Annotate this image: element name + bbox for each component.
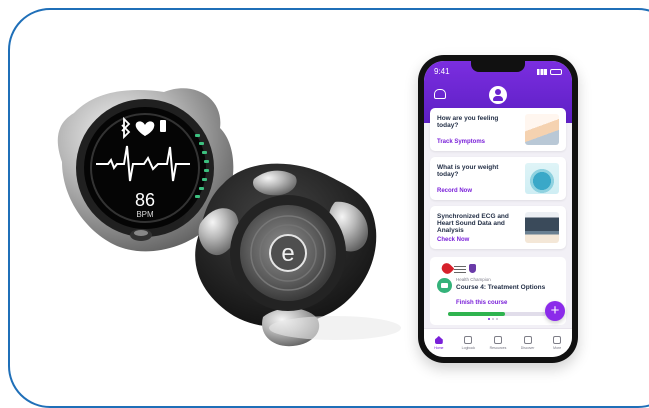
notebook-image <box>525 114 559 145</box>
phone-screen: 9:41 How are you feeling today? Track Sy… <box>424 61 572 357</box>
bulb-icon <box>493 336 502 344</box>
nav-discover[interactable]: Discover <box>514 336 542 350</box>
feeling-question: How are you feeling today? <box>437 115 499 130</box>
nav-home-label: Home <box>434 346 444 350</box>
course-progress-fill <box>448 312 505 316</box>
home-icon <box>434 336 443 344</box>
profile-icon[interactable] <box>489 86 507 104</box>
signal-icon <box>537 68 547 75</box>
feeling-card[interactable]: How are you feeling today? Track Symptom… <box>430 108 566 151</box>
status-bar: 9:41 <box>434 67 562 76</box>
carousel-dots[interactable] <box>488 318 498 320</box>
weight-question: What is your weight today? <box>437 164 499 179</box>
record-now-link[interactable]: Record Now <box>437 188 472 194</box>
course-icon <box>437 278 452 293</box>
heart-logo-icon <box>439 261 455 276</box>
scale-image <box>525 163 559 194</box>
ecg-device-illustration: 86 BPM e <box>57 88 401 347</box>
track-symptoms-link[interactable]: Track Symptoms <box>437 139 485 145</box>
book-icon <box>464 336 473 344</box>
ecg-card-text: Synchronized ECG and Heart Sound Data an… <box>437 213 509 235</box>
ecg-card[interactable]: Synchronized ECG and Heart Sound Data an… <box>430 206 566 249</box>
add-button[interactable]: + <box>545 301 565 321</box>
finish-course-link[interactable]: Finish this course <box>456 300 507 306</box>
laptop-image <box>525 212 559 243</box>
more-icon <box>553 336 562 344</box>
bottom-navigation: Home Logbook Resources Discover More <box>424 328 572 357</box>
heart-rate-value: 86 <box>135 190 155 210</box>
heart-rate-unit: BPM <box>136 210 154 219</box>
organization-logo-icon <box>454 266 466 273</box>
nav-logbook-label: Logbook <box>461 346 476 350</box>
course-progress-bar <box>448 312 546 316</box>
nav-resources[interactable]: Resources <box>484 336 512 350</box>
nav-logbook[interactable]: Logbook <box>454 336 482 350</box>
battery-icon <box>160 120 166 132</box>
battery-icon <box>550 68 562 75</box>
top-icons <box>434 86 562 104</box>
shield-logo-icon <box>469 264 476 273</box>
nav-more[interactable]: More <box>543 336 571 350</box>
nav-discover-label: Discover <box>520 346 535 350</box>
check-now-link[interactable]: Check Now <box>437 237 469 243</box>
course-label: Health Champion <box>456 277 491 282</box>
notification-icon[interactable] <box>434 89 446 99</box>
device-logo: e <box>281 240 294 267</box>
compass-icon <box>523 336 532 344</box>
nav-more-label: More <box>553 346 562 350</box>
weight-card[interactable]: What is your weight today? Record Now <box>430 157 566 200</box>
back-device: e <box>195 163 401 347</box>
status-time: 9:41 <box>434 67 450 76</box>
course-title: Course 4: Treatment Options <box>456 284 546 291</box>
partner-logos <box>439 261 476 277</box>
status-icons <box>537 67 562 76</box>
phone-mockup: 9:41 How are you feeling today? Track Sy… <box>418 55 578 363</box>
nav-resources-label: Resources <box>489 346 507 350</box>
nav-home[interactable]: Home <box>425 336 453 350</box>
